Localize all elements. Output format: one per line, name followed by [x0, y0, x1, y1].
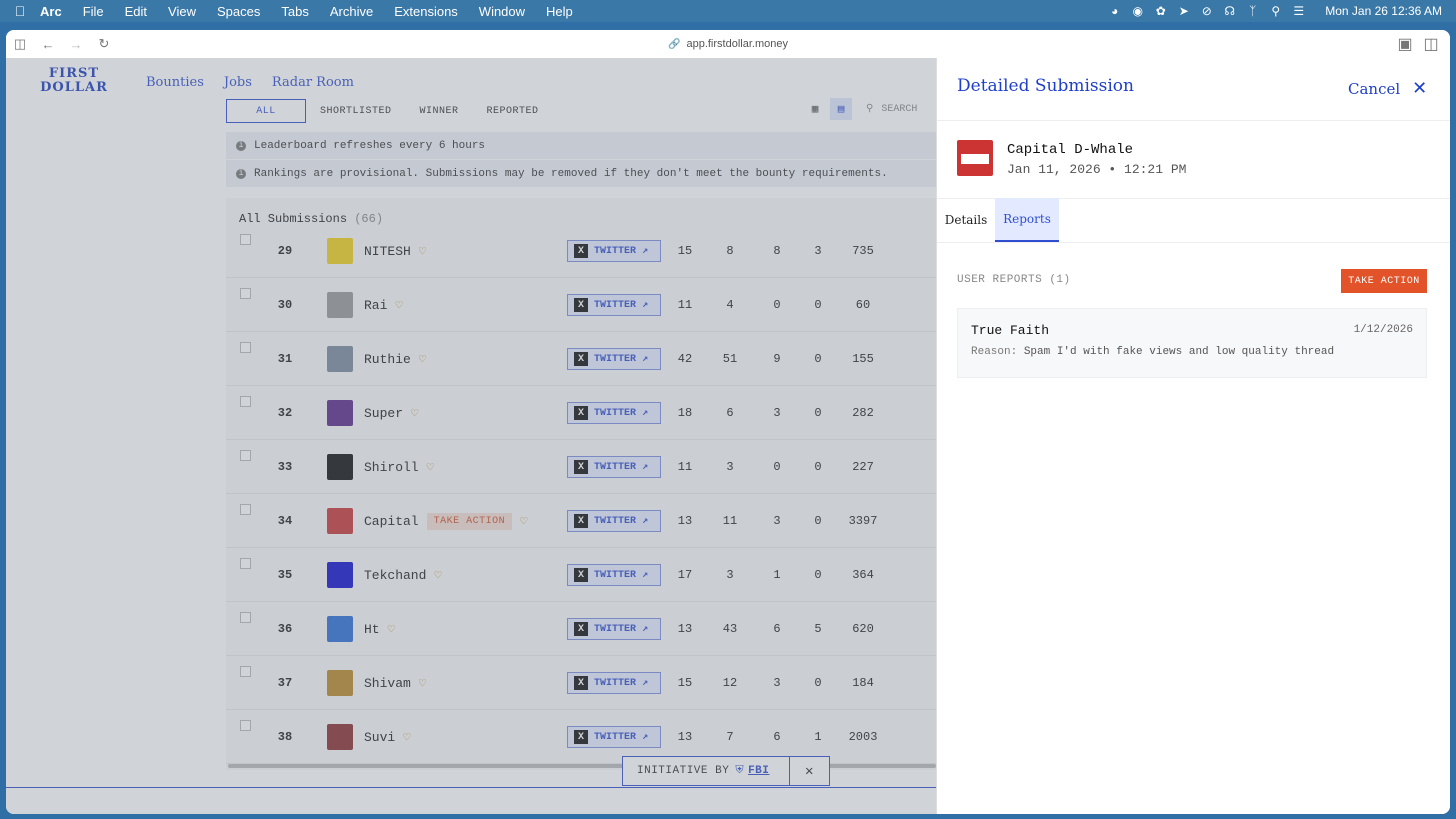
tab-details[interactable]: Details [943, 198, 989, 242]
take-action-button[interactable]: TAKE ACTION [1341, 269, 1427, 293]
tab-reports[interactable]: Reports [995, 198, 1059, 242]
submission-date: Jan 11, 2026 • 12:21 PM [1007, 162, 1187, 177]
menu-app-name[interactable]: Arc [40, 4, 62, 19]
browser-window: ◫ ← → ↻ 🔗 app.firstdollar.money ▣ ◫ FIRS… [6, 30, 1450, 814]
report-reason-text: Spam I'd with fake views and low quality… [1023, 346, 1335, 358]
macos-menubar:  Arc File Edit View Spaces Tabs Archive… [0, 0, 1456, 22]
detailed-submission-panel: Detailed Submission Cancel ✕ Capital D-W… [936, 58, 1450, 814]
wifi-off-icon[interactable]: ⊘ [1196, 0, 1217, 22]
report-date: 1/12/2026 [1353, 324, 1413, 336]
toolbar-right: ▣ ◫ [1392, 30, 1444, 58]
onepassword-icon[interactable]: ◕ [1104, 0, 1125, 22]
panel-title: Detailed Submission [957, 76, 1134, 96]
menu-spaces[interactable]: Spaces [217, 4, 260, 19]
sidebar-toggle-icon[interactable]: ◫ [6, 30, 34, 58]
leaf-icon[interactable]: ✿ [1150, 0, 1171, 22]
binoculars-icon[interactable]: ◉ [1127, 0, 1148, 22]
cancel-label: Cancel [1348, 79, 1401, 98]
submitter-avatar [957, 140, 993, 176]
menu-extensions[interactable]: Extensions [394, 4, 458, 19]
report-author: True Faith [971, 323, 1050, 338]
telegram-icon[interactable]: ➤ [1173, 0, 1194, 22]
menubar-clock[interactable]: Mon Jan 26 12:36 AM [1325, 4, 1442, 18]
report-reason-label: Reason: [971, 346, 1018, 358]
menu-archive[interactable]: Archive [330, 4, 373, 19]
menu-view[interactable]: View [168, 4, 196, 19]
split-view-icon[interactable]: ◫ [1418, 34, 1444, 54]
user-reports-heading: USER REPORTS (1) [957, 274, 1071, 286]
report-reason: Reason: Spam I'd with fake views and low… [971, 346, 1334, 358]
back-icon[interactable]: ← [34, 30, 62, 58]
close-icon[interactable]: ✕ [1412, 78, 1427, 99]
bluetooth-icon[interactable]: ᛉ [1242, 0, 1263, 22]
control-center-icon[interactable]: ☰ [1288, 0, 1309, 22]
reload-icon[interactable]: ↻ [90, 30, 118, 58]
report-card: True Faith 1/12/2026 Reason: Spam I'd wi… [957, 308, 1427, 378]
menu-tabs[interactable]: Tabs [281, 4, 308, 19]
menu-edit[interactable]: Edit [125, 4, 147, 19]
menu-file[interactable]: File [83, 4, 104, 19]
apple-icon[interactable]:  [0, 3, 40, 19]
forward-icon[interactable]: → [62, 30, 90, 58]
divider [937, 120, 1450, 121]
cancel-button[interactable]: Cancel ✕ [1348, 78, 1427, 99]
menu-help[interactable]: Help [546, 4, 573, 19]
divider [937, 242, 1450, 243]
submitter-name: Capital D-Whale [1007, 142, 1134, 158]
capture-icon[interactable]: ▣ [1392, 34, 1418, 54]
modal-backdrop[interactable] [6, 58, 936, 814]
spotlight-search-icon[interactable]: ⚲ [1265, 0, 1286, 22]
menubar-status-area: ◕ ◉ ✿ ➤ ⊘ ☊ ᛉ ⚲ ☰ Mon Jan 26 12:36 AM [1104, 0, 1456, 22]
browser-toolbar: ◫ ← → ↻ [6, 30, 1450, 58]
menu-window[interactable]: Window [479, 4, 525, 19]
headphones-icon[interactable]: ☊ [1219, 0, 1240, 22]
